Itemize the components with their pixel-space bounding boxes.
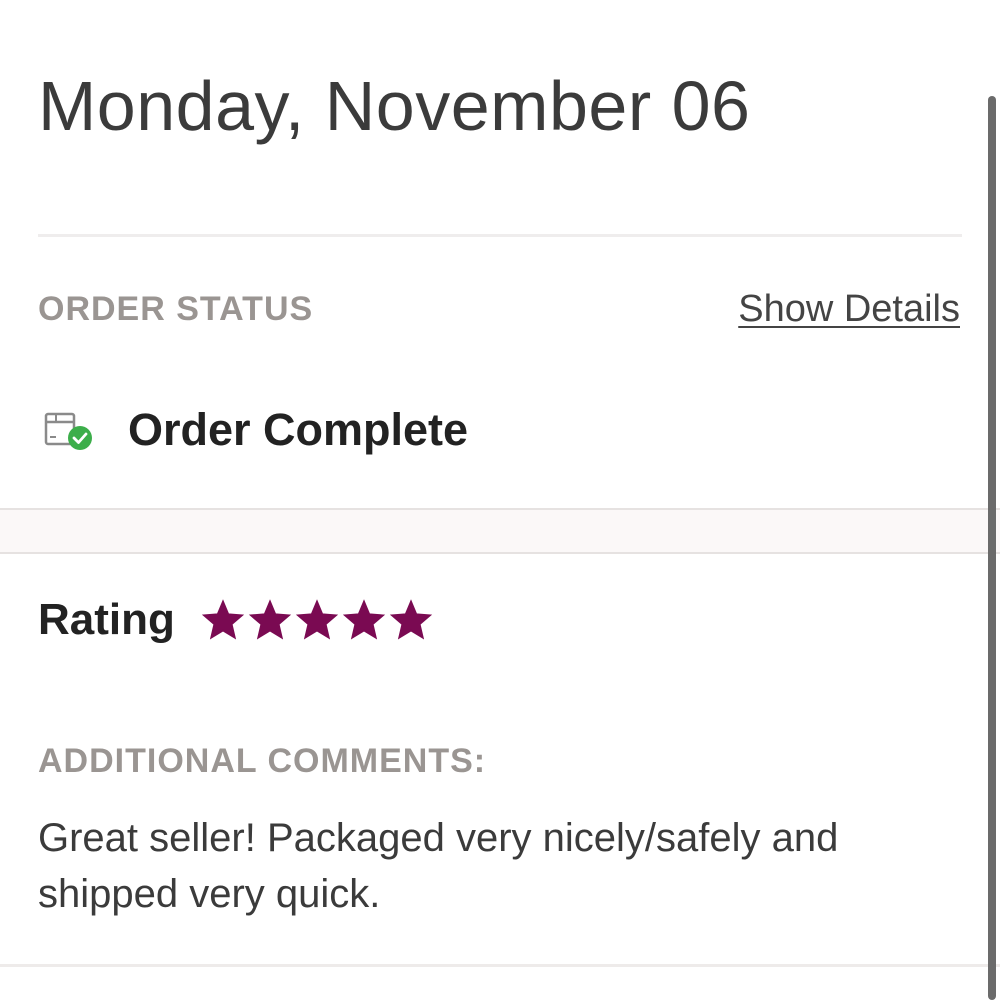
star-rating: [201, 598, 433, 642]
star-icon: [248, 599, 292, 640]
scrollbar[interactable]: [988, 96, 996, 1000]
order-date-heading: Monday, November 06: [38, 67, 751, 145]
star-icon: [389, 599, 433, 640]
comment-text: Great seller! Packaged very nicely/safel…: [38, 816, 839, 916]
star-icon: [342, 599, 386, 640]
additional-comments-label: ADDITIONAL COMMENTS:: [38, 742, 487, 780]
star-icon: [295, 599, 339, 640]
package-check-icon: [44, 408, 96, 452]
order-status-row: Order Complete: [44, 400, 468, 460]
order-status-text: Order Complete: [128, 404, 469, 455]
section-separator: [0, 508, 1000, 554]
star-icon: [201, 599, 245, 640]
order-status-label: ORDER STATUS: [38, 290, 314, 328]
show-details-link[interactable]: Show Details: [738, 288, 960, 331]
divider: [0, 964, 1000, 967]
rating-row: Rating: [38, 590, 433, 650]
divider: [38, 234, 962, 237]
rating-label: Rating: [38, 595, 175, 644]
